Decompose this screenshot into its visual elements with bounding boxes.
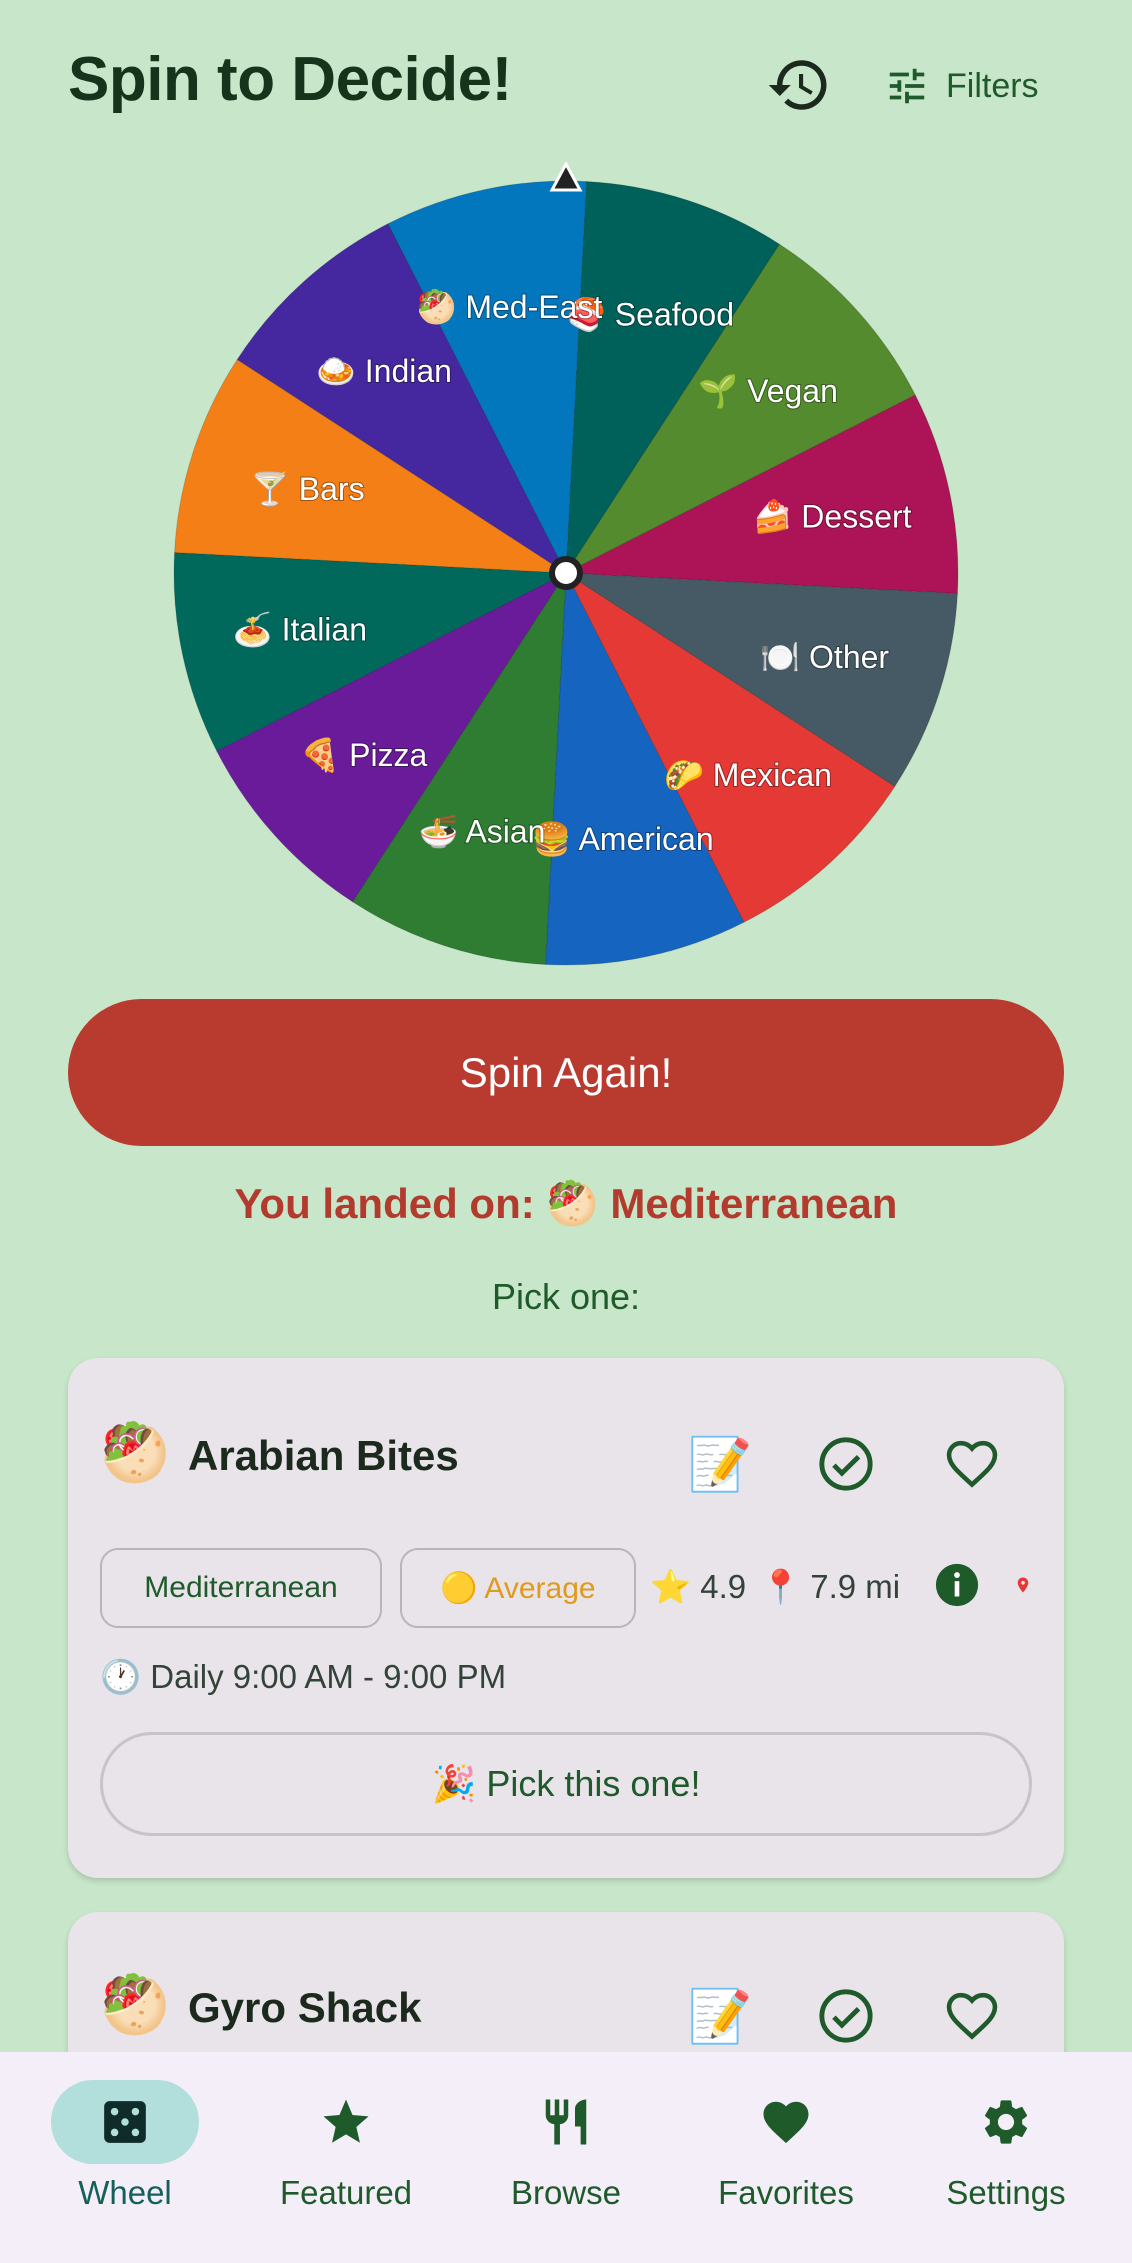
history-button[interactable] [766,52,832,118]
heart-outline-icon[interactable] [934,1978,1010,2054]
restaurant-name: Arabian Bites [188,1432,459,1479]
nav-wheel[interactable]: Wheel [15,2080,235,2212]
note-icon[interactable]: 📝 [682,1426,758,1502]
wheel-label: 🌱 Vegan [698,373,838,409]
wheel-label: 🍜 Asian [418,814,545,850]
star-icon [323,2099,369,2143]
info-icon[interactable] [932,1560,982,1610]
nav-label: Wheel [78,2174,172,2211]
filters-button[interactable]: Filters [884,56,1039,116]
pick-prompt: Pick one: [491,1276,641,1317]
nav-featured[interactable]: Featured [236,2080,456,2212]
wheel-hub [549,556,583,590]
wheel-label: 🌮 Mexican [664,757,832,793]
note-icon[interactable]: 📝 [682,1978,758,2054]
spin-again-button[interactable]: Spin Again! [68,999,1064,1146]
restaurant-emoji: 🥙 [100,1973,170,2036]
bottom-navigation: Wheel Featured Browse Favorites Settings [0,2052,1132,2263]
restaurant-name: Gyro Shack [188,1984,422,2031]
hours-text: 🕐 Daily 9:00 AM - 9:00 PM [100,1658,507,1695]
wheel-pointer-icon [549,162,583,192]
gear-icon [984,2100,1028,2144]
page-title: Spin to Decide! [68,45,512,114]
rating-text: ⭐ 4.9 [650,1568,747,1605]
wheel-label: 🍛 Indian [316,353,452,389]
distance-text: 📍 7.9 mi [760,1568,901,1605]
wheel-label: 🍔 American [531,821,713,857]
wheel-label: 🍝 Italian [233,612,367,648]
nav-browse[interactable]: Browse [456,2080,676,2212]
wheel-label: 🍰 Dessert [753,498,912,534]
restaurant-card: 🥙 Arabian Bites 📝 Mediterranean 🟡 Averag… [68,1358,1064,1878]
heart-icon [763,2101,809,2144]
wheel-label: 🍽️ Other [760,639,889,675]
map-pin-icon[interactable] [1010,1572,1036,1598]
nav-settings[interactable]: Settings [896,2080,1116,2212]
nav-favorites[interactable]: Favorites [676,2080,896,2212]
restaurant-emoji: 🥙 [100,1421,170,1484]
spin-wheel[interactable]: 🍣 Seafood 🌱 Vegan 🍰 Dessert 🍽️ Other 🌮 Mexic… [170,162,962,974]
cuisine-chip[interactable]: Mediterranean [100,1548,382,1628]
pick-this-button[interactable]: 🎉 Pick this one! [100,1732,1032,1836]
filters-label: Filters [946,66,1039,105]
nav-label: Settings [946,2174,1066,2211]
tune-icon [889,68,925,104]
check-circle-icon[interactable] [808,1978,884,2054]
heart-outline-icon[interactable] [934,1426,1010,1502]
price-chip[interactable]: 🟡 Average [400,1548,636,1628]
check-circle-icon[interactable] [808,1426,884,1502]
nav-label: Browse [510,2174,622,2211]
nav-label: Featured [279,2174,413,2211]
nav-label: Favorites [718,2174,854,2211]
wheel-label: 🥙 Med-East [417,288,603,327]
wheel-label: 🍸 Bars [250,470,365,507]
dice-icon [104,2101,146,2143]
restaurant-icon [545,2099,587,2145]
result-text: You landed on: 🥙 Mediterranean [234,1180,898,1227]
wheel-label: 🍕 Pizza [300,737,427,773]
history-icon [768,60,827,110]
